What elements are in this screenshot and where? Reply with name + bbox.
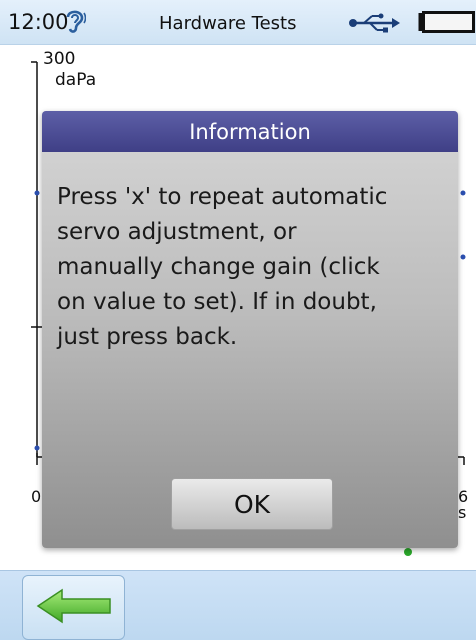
dialog-message: Press 'x' to repeat automatic servo adju…	[57, 184, 388, 350]
x-axis-start-label: 0	[31, 487, 42, 506]
green-marker	[404, 548, 412, 556]
back-arrow-icon	[36, 588, 112, 628]
series-point	[460, 190, 466, 196]
series-point	[34, 445, 40, 451]
screen-title: Hardware Tests	[159, 13, 297, 34]
usb-icon	[348, 13, 400, 33]
dialog-header: Information	[42, 111, 458, 152]
information-dialog: Information Press 'x' to repeat automati…	[42, 111, 458, 548]
clock-time: 12:00	[8, 10, 69, 34]
battery-icon	[417, 11, 476, 33]
ok-button-label: OK	[233, 489, 271, 519]
back-button[interactable]	[22, 575, 125, 640]
series-point	[460, 254, 466, 260]
ear-icon	[64, 7, 87, 35]
dialog-title: Information	[189, 119, 311, 144]
y-axis-unit: daPa	[55, 70, 97, 90]
x-axis-unit: s	[458, 503, 467, 522]
ok-button[interactable]: OK	[171, 478, 333, 530]
y-axis-max-label: 300	[43, 49, 76, 69]
series-point	[34, 190, 40, 196]
status-bar: 12:00 Hardware Tests	[0, 0, 476, 45]
bottom-bar	[0, 570, 476, 640]
